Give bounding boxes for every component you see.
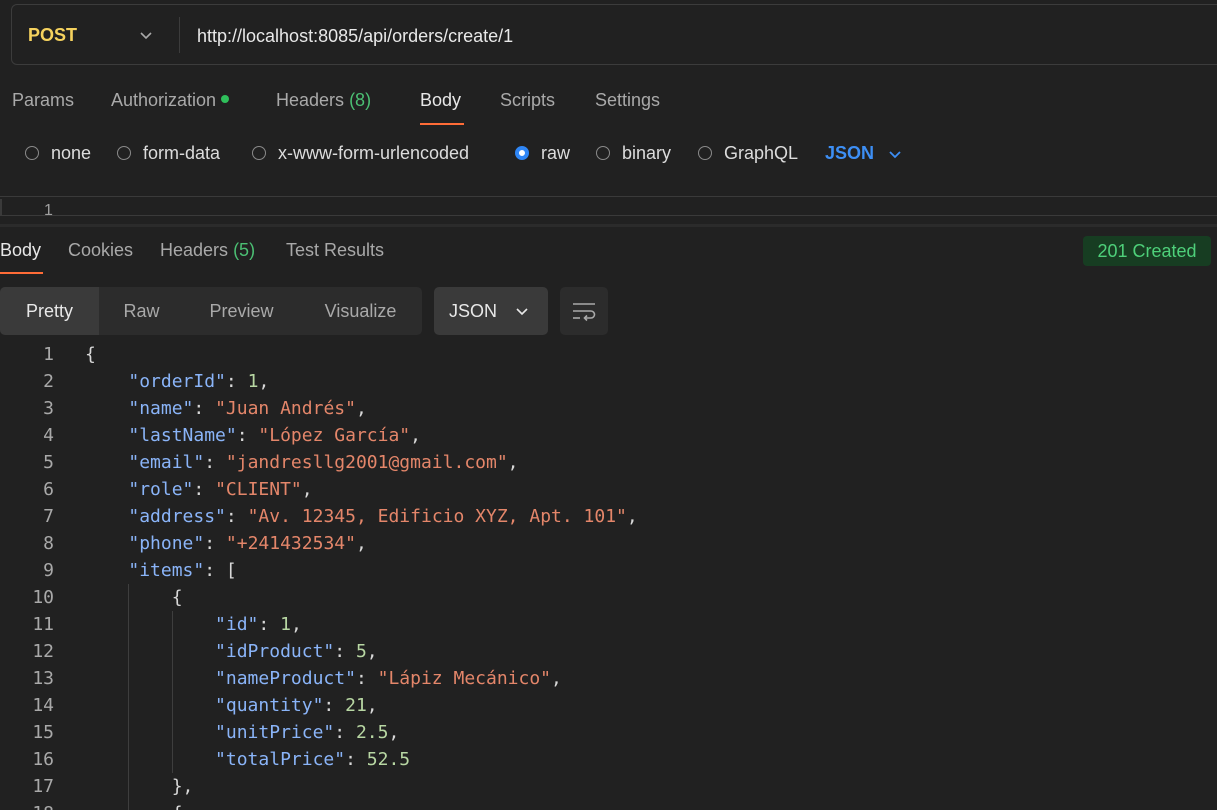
raw-format-select[interactable]: JSON: [825, 143, 902, 164]
line-number: 10: [32, 587, 54, 608]
chevron-down-icon[interactable]: [138, 27, 154, 43]
line-number: 12: [32, 641, 54, 662]
radio-form-data[interactable]: form-data: [117, 143, 220, 164]
line-number: 4: [43, 425, 54, 446]
code-line: "orderId": 1,: [128, 371, 270, 392]
pane-resize-handle[interactable]: [0, 224, 1217, 227]
code-line: "phone": "+241432534",: [128, 533, 367, 554]
radio-graphql[interactable]: GraphQL: [698, 143, 798, 164]
wrap-lines-icon: [573, 303, 596, 322]
tab-headers[interactable]: Headers (8): [276, 90, 371, 111]
tab-settings[interactable]: Settings: [595, 90, 660, 111]
line-number: 11: [32, 614, 54, 635]
view-preview-button[interactable]: Preview: [184, 287, 299, 335]
tab-scripts[interactable]: Scripts: [500, 90, 555, 111]
line-number: 8: [43, 533, 54, 554]
radio-label: raw: [541, 143, 571, 163]
radio-label: binary: [622, 143, 672, 163]
radio-icon: [596, 145, 610, 160]
radio-label: form-data: [143, 143, 221, 163]
line-number: 1: [43, 344, 54, 365]
active-tab-indicator: [420, 123, 464, 125]
response-tab-test-results[interactable]: Test Results: [286, 240, 384, 261]
radio-raw[interactable]: raw: [515, 143, 570, 164]
active-response-tab-indicator: [0, 272, 43, 274]
response-tab-body[interactable]: Body: [0, 240, 41, 261]
status-badge: 201 Created: [1083, 236, 1211, 266]
chevron-down-icon: [516, 308, 528, 316]
line-number: 6: [43, 479, 54, 500]
view-visualize-button[interactable]: Visualize: [299, 287, 422, 335]
tab-params[interactable]: Params: [12, 90, 74, 111]
radio-icon: [698, 145, 712, 160]
line-number: 7: [43, 506, 54, 527]
tab-authorization-label: Authorization: [111, 90, 217, 110]
editor-bottom-border: [0, 215, 1217, 216]
code-line: "unitPrice": 2.5,: [215, 722, 400, 743]
radio-icon: [25, 145, 39, 160]
code-line: "totalPrice": 52.5: [215, 749, 411, 770]
code-line: "address": "Av. 12345, Edificio XYZ, Apt…: [128, 506, 638, 527]
code-line: "email": "jandresllg2001@gmail.com",: [128, 452, 519, 473]
response-tab-headers-count: (5): [233, 240, 256, 260]
tab-body[interactable]: Body: [420, 90, 461, 111]
code-line: {: [85, 344, 96, 365]
radio-binary[interactable]: binary: [596, 143, 671, 164]
line-number: 5: [43, 452, 54, 473]
line-number: 15: [32, 722, 54, 743]
radio-none[interactable]: none: [25, 143, 91, 164]
code-line: "name": "Juan Andrés",: [128, 398, 367, 419]
method-select[interactable]: POST: [28, 25, 77, 46]
view-mode-segment: Pretty Raw Preview Visualize: [0, 287, 422, 335]
line-number: 17: [32, 776, 54, 797]
code-line: {: [85, 800, 183, 810]
response-tab-cookies[interactable]: Cookies: [68, 240, 133, 261]
tab-headers-label: Headers: [276, 90, 345, 110]
response-tab-headers[interactable]: Headers (5): [160, 240, 255, 261]
editor-top-border: [0, 196, 1217, 197]
code-line: "nameProduct": "Lápiz Mecánico",: [215, 668, 562, 689]
line-number: 14: [32, 695, 54, 716]
line-number: 18: [0, 800, 54, 810]
tab-authorization[interactable]: Authorization: [111, 90, 230, 111]
code-line: "id": 1,: [215, 614, 302, 635]
line-number: 2: [43, 371, 54, 392]
line-number: 3: [43, 398, 54, 419]
radio-icon: [117, 145, 131, 160]
line-number: 16: [32, 749, 54, 770]
chevron-down-icon: [889, 150, 901, 158]
code-line: "idProduct": 5,: [215, 641, 378, 662]
radio-icon: [252, 145, 266, 160]
radio-selected-icon: [515, 145, 529, 160]
response-body-viewer[interactable]: 1 {2 "orderId": 1, 3 "name": "Juan Andrés"…: [0, 341, 1217, 810]
response-tab-headers-label: Headers: [160, 240, 229, 260]
code-line: "role": "CLIENT",: [128, 479, 313, 500]
response-format-select[interactable]: JSON: [434, 287, 548, 335]
url-bar: POST http://localhost:8085/api/orders/cr…: [11, 4, 1217, 65]
code-line: "quantity": 21,: [215, 695, 378, 716]
line-number: 13: [32, 668, 54, 689]
editor-edge: [0, 199, 2, 215]
request-editor-line-number[interactable]: 1: [44, 202, 53, 216]
radio-label: none: [51, 143, 92, 163]
wrap-lines-button[interactable]: [560, 287, 608, 335]
url-input[interactable]: http://localhost:8085/api/orders/create/…: [197, 26, 513, 47]
radio-label: GraphQL: [724, 143, 799, 163]
raw-format-label: JSON: [825, 143, 875, 163]
status-dot-icon: [221, 95, 230, 104]
view-raw-button[interactable]: Raw: [99, 287, 184, 335]
radio-label: x-www-form-urlencoded: [278, 143, 470, 163]
line-number: 9: [43, 560, 54, 581]
code-line: },: [85, 776, 194, 797]
view-pretty-button[interactable]: Pretty: [0, 287, 99, 335]
divider: [179, 17, 180, 53]
tab-headers-count: (8): [349, 90, 372, 110]
code-line: "lastName": "López García",: [128, 425, 421, 446]
code-line: "items": [: [128, 560, 237, 581]
code-line: {: [85, 587, 183, 608]
radio-x-www-form-urlencoded[interactable]: x-www-form-urlencoded: [252, 143, 469, 164]
response-format-label: JSON: [449, 300, 498, 321]
